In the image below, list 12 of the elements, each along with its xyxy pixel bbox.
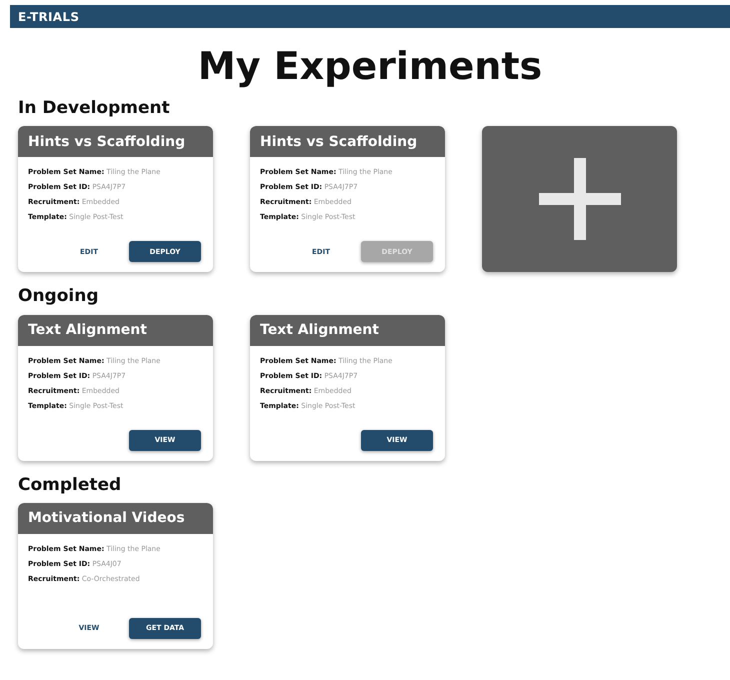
card-title: Text Alignment bbox=[260, 322, 379, 338]
add-experiment-button[interactable] bbox=[482, 126, 677, 272]
card-title: Hints vs Scaffolding bbox=[260, 134, 418, 150]
logo: E-TRIALS bbox=[18, 10, 80, 24]
page-title: My Experiments bbox=[196, 46, 544, 88]
card-title: Motivational Videos bbox=[28, 510, 185, 526]
section-heading: Ongoing bbox=[18, 286, 100, 307]
section-heading: Completed bbox=[18, 474, 122, 495]
card-title: Text Alignment bbox=[28, 322, 147, 338]
section-heading: In Development bbox=[18, 98, 171, 118]
card-title: Hints vs Scaffolding bbox=[28, 134, 186, 150]
plus-icon bbox=[538, 158, 620, 240]
